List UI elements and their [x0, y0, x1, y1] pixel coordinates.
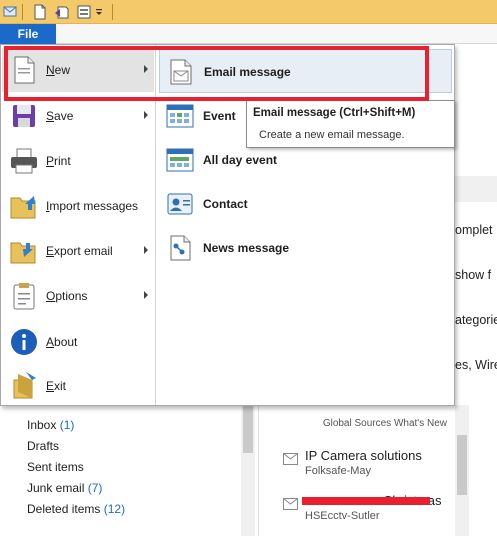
folder-deleted-items[interactable]: Deleted items (12): [27, 502, 125, 516]
customize-toolbar-icon[interactable]: [94, 3, 104, 21]
tooltip: Email message (Ctrl+Shift+M) Create a ne…: [246, 100, 455, 148]
folder-inbox[interactable]: Inbox (1): [27, 418, 74, 432]
redaction-mark: [302, 497, 430, 505]
unread-count: (12): [103, 502, 126, 516]
file-menu: New Save Print Import messages Export em…: [0, 44, 455, 406]
ribbon-tab-bar: [0, 24, 497, 44]
folder-label: Drafts: [27, 439, 60, 453]
contact-card-icon: [167, 193, 193, 215]
new-doc-icon[interactable]: [31, 3, 49, 21]
envelope-icon: [283, 453, 298, 465]
options-clipboard-icon: [13, 283, 35, 310]
app-icon: [3, 6, 17, 17]
folder-label: Junk email: [27, 481, 85, 495]
news-message-icon: [170, 235, 191, 261]
exit-icon: [13, 372, 36, 399]
submenu-item-label: All day event: [203, 153, 278, 167]
folder-drafts[interactable]: Drafts: [27, 439, 59, 453]
menu-item-label: Import messages: [46, 199, 139, 213]
submenu-item-label: Email message: [204, 65, 291, 79]
message-sender: HSEcctv-Sutler: [305, 510, 380, 522]
email-message-icon: [170, 59, 192, 85]
export-folder-icon: [10, 242, 36, 264]
menu-item-label: Print: [46, 154, 71, 168]
chevron-right-icon: [144, 291, 148, 299]
reply-icon[interactable]: [53, 3, 71, 21]
menu-item-label: Exit: [46, 379, 67, 393]
scrollbar-thumb[interactable]: [243, 405, 253, 453]
menu-item-options[interactable]: Options: [2, 274, 154, 318]
submenu-item-contact[interactable]: Contact: [159, 182, 452, 226]
send-receive-icon[interactable]: [75, 3, 93, 21]
background-text-fragment: es, Wire: [455, 358, 497, 372]
new-submenu: Email message Event All day event Contac…: [157, 45, 454, 405]
chevron-right-icon: [144, 65, 148, 73]
background-header-band: [455, 176, 497, 202]
chevron-right-icon: [144, 111, 148, 119]
message-item[interactable]: IP Camera solutions Folksafe-May: [283, 448, 458, 482]
tooltip-description: Create a new email message.: [259, 129, 405, 141]
toolbar-separator: [22, 4, 23, 20]
info-icon: [11, 329, 37, 355]
menu-item-export-email[interactable]: Export email: [2, 229, 154, 273]
new-doc-icon: [14, 56, 35, 84]
submenu-item-label: Event: [203, 109, 236, 123]
message-sender: Folksafe-May: [305, 465, 372, 477]
envelope-icon: [283, 498, 298, 510]
menu-item-label: Export email: [46, 244, 113, 258]
title-bar: [0, 0, 497, 24]
message-subject: IP Camera solutions: [305, 448, 422, 463]
menu-item-label: New: [46, 63, 71, 77]
folder-scrollbar[interactable]: [241, 405, 255, 536]
printer-icon: [11, 148, 37, 174]
folder-junk-email[interactable]: Junk email (7): [27, 481, 102, 495]
message-sender-cut: Global Sources What's New: [322, 418, 447, 429]
file-tab[interactable]: File: [0, 24, 56, 44]
submenu-item-email-message[interactable]: Email message: [159, 49, 452, 93]
unread-count: (1): [59, 418, 75, 432]
background-text-fragment: omplet: [455, 223, 493, 237]
menu-item-save[interactable]: Save: [2, 94, 154, 138]
folder-sent-items[interactable]: Sent items: [27, 460, 84, 474]
menu-divider: [155, 45, 156, 405]
unread-count: (7): [87, 481, 103, 495]
menu-item-label: Save: [46, 109, 74, 123]
toolbar-separator: [112, 4, 113, 20]
import-folder-icon: [10, 196, 36, 219]
submenu-item-news-message[interactable]: News message: [159, 226, 452, 270]
menu-item-label: About: [46, 335, 78, 349]
calendar-event-icon: [166, 104, 194, 128]
chevron-right-icon: [144, 246, 148, 254]
save-disk-icon: [13, 105, 35, 127]
folder-label: Sent items: [27, 460, 84, 474]
tooltip-title: Email message (Ctrl+Shift+M): [253, 107, 416, 119]
submenu-item-label: Contact: [203, 197, 248, 211]
submenu-item-label: News message: [203, 241, 290, 255]
scrollbar-thumb[interactable]: [457, 435, 467, 495]
menu-item-label: Options: [46, 289, 88, 303]
menu-item-new[interactable]: New: [2, 48, 154, 92]
calendar-allday-icon: [166, 148, 194, 172]
background-text-fragment: show f: [455, 268, 492, 282]
folder-label: Deleted items: [27, 502, 101, 516]
file-menu-commands: New Save Print Import messages Export em…: [1, 45, 155, 405]
menu-item-about[interactable]: About: [2, 320, 154, 364]
menu-item-exit[interactable]: Exit: [2, 364, 154, 408]
menu-item-print[interactable]: Print: [2, 139, 154, 183]
menu-item-import-messages[interactable]: Import messages: [2, 184, 154, 228]
folder-label: Inbox: [27, 418, 57, 432]
background-text-fragment: ategorie: [455, 313, 497, 327]
